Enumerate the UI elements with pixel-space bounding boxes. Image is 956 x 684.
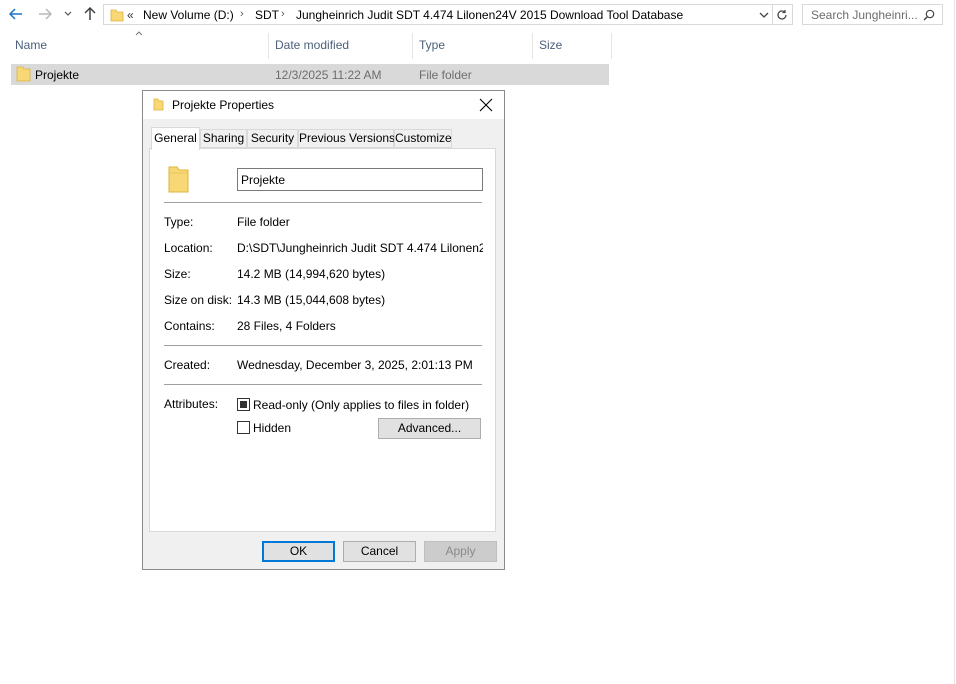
advanced-button[interactable]: Advanced... bbox=[378, 418, 481, 439]
search-input[interactable]: Search Jungheinri... bbox=[811, 8, 918, 22]
hidden-checkbox[interactable] bbox=[237, 421, 250, 434]
size-on-disk-label: Size on disk: bbox=[164, 293, 233, 307]
folder-large-icon bbox=[168, 166, 189, 193]
search-box[interactable]: Search Jungheinri... bbox=[802, 4, 943, 25]
arrow-right-icon bbox=[39, 8, 52, 20]
divider bbox=[164, 345, 482, 346]
up-button[interactable] bbox=[80, 4, 100, 24]
breadcrumb-item-sdt[interactable]: SDT bbox=[255, 8, 279, 22]
properties-dialog: Projekte Properties General Sharing Secu… bbox=[142, 90, 505, 570]
column-divider[interactable] bbox=[611, 33, 612, 59]
readonly-checkbox[interactable] bbox=[237, 398, 250, 411]
dialog-title: Projekte Properties bbox=[172, 98, 275, 112]
size-on-disk-value: 14.3 MB (15,044,608 bytes) bbox=[237, 293, 386, 307]
size-label: Size: bbox=[164, 267, 191, 281]
contains-value: 28 Files, 4 Folders bbox=[237, 319, 336, 333]
breadcrumb-separator-icon[interactable]: › bbox=[281, 8, 285, 20]
indeterminate-mark-icon bbox=[240, 401, 247, 408]
column-divider[interactable] bbox=[412, 33, 413, 59]
forward-button[interactable] bbox=[35, 4, 55, 24]
column-header-size[interactable]: Size bbox=[539, 38, 562, 52]
file-date-modified: 12/3/2025 11:22 AM bbox=[275, 68, 382, 82]
column-divider[interactable] bbox=[532, 33, 533, 59]
column-header-name[interactable]: Name bbox=[15, 38, 47, 52]
chevron-down-icon bbox=[64, 11, 72, 16]
folder-icon bbox=[153, 98, 164, 111]
folder-name-input[interactable]: Projekte bbox=[237, 168, 483, 191]
breadcrumb-overflow[interactable]: « bbox=[127, 8, 134, 22]
search-icon bbox=[923, 9, 935, 21]
folder-name-value[interactable]: Projekte bbox=[241, 173, 285, 187]
created-label: Created: bbox=[164, 358, 211, 372]
arrow-up-icon bbox=[84, 7, 96, 20]
column-divider[interactable] bbox=[268, 33, 269, 59]
tab-sharing[interactable]: Sharing bbox=[200, 129, 247, 148]
sort-ascending-icon bbox=[135, 31, 143, 36]
file-name[interactable]: Projekte bbox=[35, 68, 79, 82]
general-tab-panel: Projekte Type: File folder Location: D:\… bbox=[149, 148, 496, 532]
type-label: Type: bbox=[164, 215, 194, 229]
back-button[interactable] bbox=[6, 4, 26, 24]
size-value: 14.2 MB (14,994,620 bytes) bbox=[237, 267, 386, 281]
close-icon bbox=[479, 98, 493, 112]
tab-security[interactable]: Security bbox=[247, 129, 298, 148]
type-value: File folder bbox=[237, 215, 290, 229]
refresh-icon bbox=[777, 10, 787, 20]
ok-button[interactable]: OK bbox=[262, 541, 335, 562]
address-bar[interactable]: « New Volume (D:) › SDT › Jungheinrich J… bbox=[103, 4, 773, 25]
address-dropdown-icon[interactable] bbox=[759, 12, 769, 19]
breadcrumb-item-drive[interactable]: New Volume (D:) bbox=[143, 8, 234, 22]
dialog-title-bar[interactable]: Projekte Properties bbox=[143, 91, 504, 119]
arrow-left-icon bbox=[9, 8, 22, 20]
location-label: Location: bbox=[164, 241, 213, 255]
readonly-label[interactable]: Read-only (Only applies to files in fold… bbox=[253, 398, 469, 412]
divider bbox=[164, 384, 482, 385]
hidden-label[interactable]: Hidden bbox=[253, 421, 291, 435]
tab-general[interactable]: General bbox=[151, 127, 200, 150]
file-type: File folder bbox=[419, 68, 472, 82]
location-value: D:\SDT\Jungheinrich Judit SDT 4.474 Lilo… bbox=[237, 241, 483, 255]
breadcrumb-item-current[interactable]: Jungheinrich Judit SDT 4.474 Lilonen24V … bbox=[296, 8, 683, 22]
column-header-type[interactable]: Type bbox=[419, 38, 445, 52]
column-header-date-modified[interactable]: Date modified bbox=[275, 38, 349, 52]
created-value: Wednesday, December 3, 2025, 2:01:13 PM bbox=[237, 358, 473, 372]
tab-customize[interactable]: Customize bbox=[394, 129, 452, 148]
breadcrumb-separator-icon[interactable]: › bbox=[240, 8, 244, 20]
tab-previous-versions[interactable]: Previous Versions bbox=[298, 129, 395, 148]
window-edge bbox=[954, 0, 955, 684]
recent-locations-button[interactable] bbox=[59, 4, 77, 24]
contains-label: Contains: bbox=[164, 319, 215, 333]
close-button[interactable] bbox=[477, 96, 495, 114]
cancel-button[interactable]: Cancel bbox=[343, 541, 416, 562]
apply-button[interactable]: Apply bbox=[424, 541, 497, 562]
folder-icon bbox=[110, 9, 124, 22]
folder-icon bbox=[16, 66, 31, 82]
refresh-button[interactable] bbox=[773, 4, 793, 25]
divider bbox=[164, 202, 482, 203]
attributes-label: Attributes: bbox=[164, 397, 219, 411]
